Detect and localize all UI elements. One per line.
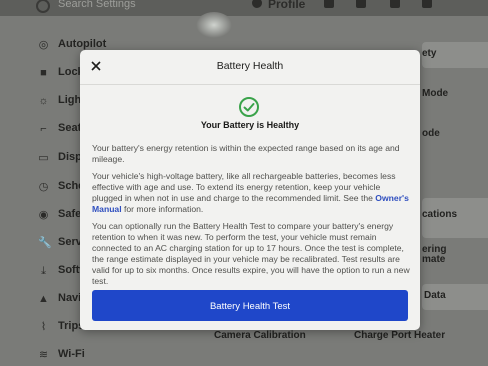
- right-option-label: Mode: [422, 88, 449, 99]
- right-option-label: mate: [422, 254, 446, 265]
- wrench-icon: 🔧: [38, 237, 52, 249]
- bell-icon[interactable]: [390, 0, 400, 8]
- screen-glare: [196, 12, 232, 38]
- dialog-header: Battery Health: [80, 50, 420, 85]
- sidebar-item-display[interactable]: ▭ Disp: [0, 149, 88, 169]
- charge-port-heater-button[interactable]: Charge Port Heater: [354, 330, 445, 341]
- search-input[interactable]: Search Settings: [58, 0, 136, 10]
- sidebar-item-navigation[interactable]: ▲ Navi: [0, 290, 88, 310]
- profile-label[interactable]: Profile: [268, 0, 305, 11]
- seat-icon: ⌐: [40, 123, 47, 135]
- download-icon[interactable]: [324, 0, 334, 8]
- dialog-title: Battery Health: [216, 60, 284, 72]
- right-option-label: Data: [424, 290, 446, 301]
- sidebar-item-autopilot[interactable]: ◎ Autopilot: [0, 36, 107, 56]
- battery-info-text-end: for more information.: [121, 203, 204, 214]
- battery-health-dialog: Battery Health Your Battery is Healthy Y…: [80, 50, 420, 330]
- battery-status-heading: Your Battery is Healthy: [200, 120, 300, 130]
- navigation-icon: ▲: [38, 293, 49, 305]
- sidebar-item-label: Navi: [58, 292, 82, 304]
- steering-wheel-icon: ◎: [38, 39, 49, 51]
- safety-icon: ◉: [38, 209, 49, 221]
- test-info-paragraph: You can optionally run the Battery Healt…: [92, 221, 410, 286]
- sidebar-item-label: Autopilot: [58, 38, 107, 50]
- sidebar-item-wifi[interactable]: ≋ Wi-Fi: [0, 346, 88, 366]
- sidebar-item-label: Disp: [58, 151, 82, 163]
- top-bar: Search Settings Profile: [0, 0, 488, 16]
- search-icon[interactable]: [36, 0, 50, 13]
- sidebar-item-label: Ligh: [58, 94, 82, 106]
- bluetooth-icon[interactable]: [422, 0, 432, 8]
- display-icon: ▭: [38, 152, 49, 164]
- right-option-label: cations: [422, 209, 458, 220]
- sidebar-item-trips[interactable]: ⌇ Trips: [0, 318, 88, 338]
- lock-icon: ■: [40, 67, 47, 79]
- right-option-label: ety: [422, 48, 437, 59]
- sidebar-item-safety[interactable]: ◉ Safe: [0, 206, 88, 226]
- battery-health-test-button[interactable]: Battery Health Test: [92, 290, 408, 321]
- calendar-icon[interactable]: [356, 0, 366, 8]
- wifi-icon: ≋: [38, 349, 49, 361]
- battery-info-text: Your vehicle's high-voltage battery, lik…: [92, 171, 396, 203]
- sidebar-item-schedule[interactable]: ◷ Sche: [0, 178, 88, 198]
- sidebar-item-label: Safe: [58, 208, 82, 220]
- sidebar-item-label: Seat: [58, 122, 82, 134]
- right-option-label: ode: [422, 128, 440, 139]
- sidebar-item-lights[interactable]: ☼ Ligh: [0, 92, 88, 112]
- download-icon: ⤓: [41, 265, 46, 277]
- sidebar-item-service[interactable]: 🔧 Serv: [0, 234, 88, 254]
- check-circle-icon: [239, 97, 259, 117]
- battery-info-paragraph: Your vehicle's high-voltage battery, lik…: [92, 171, 410, 215]
- sidebar-item-seat[interactable]: ⌐ Seat: [0, 120, 88, 140]
- sidebar-item-software[interactable]: ⤓ Softw: [0, 262, 88, 282]
- sidebar-item-label: Wi-Fi: [58, 348, 85, 360]
- light-icon: ☼: [38, 95, 49, 107]
- camera-calibration-button[interactable]: Camera Calibration: [214, 330, 306, 341]
- profile-icon[interactable]: [252, 0, 262, 8]
- schedule-icon: ◷: [38, 181, 49, 193]
- retention-paragraph: Your battery's energy retention is withi…: [92, 143, 400, 164]
- sidebar-item-label: Serv: [58, 236, 82, 248]
- sidebar-item-locks[interactable]: ■ Lock: [0, 64, 88, 84]
- trips-icon: ⌇: [40, 321, 47, 333]
